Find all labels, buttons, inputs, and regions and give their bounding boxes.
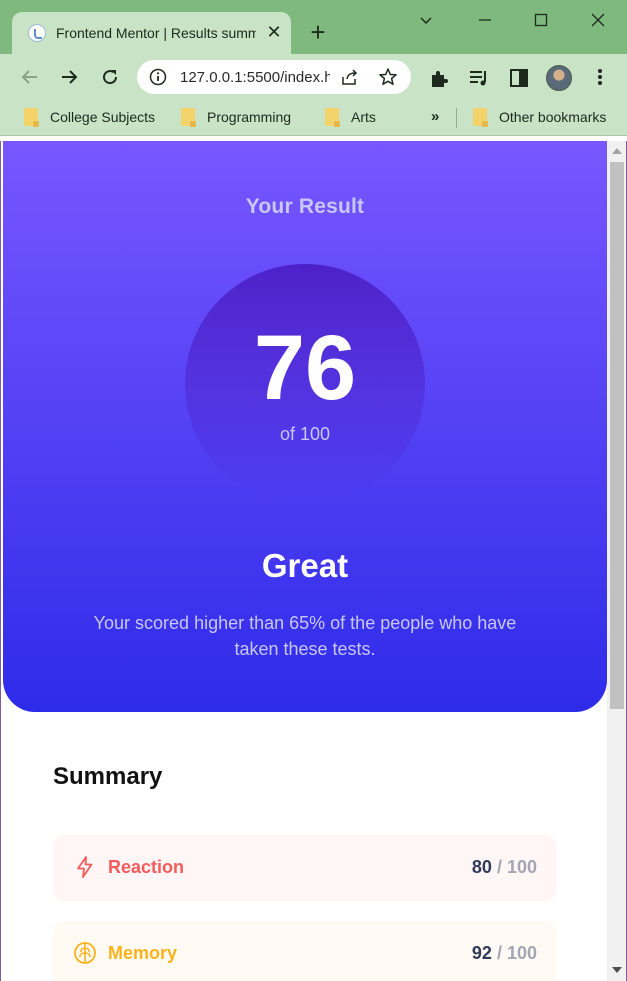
browser-toolbar: 127.0.0.1:5500/index.html: [0, 54, 627, 100]
site-info-icon[interactable]: [149, 68, 167, 86]
result-card: Your Result 76 of 100 Great Your scored …: [3, 141, 607, 712]
score-number: 80: [471, 857, 492, 877]
page-scrollbar[interactable]: [607, 141, 627, 981]
summary-row-reaction: Reaction 80 / 100: [53, 835, 557, 901]
bookmark-college-subjects[interactable]: College Subjects: [24, 108, 156, 127]
score-circle: 76 of 100: [185, 264, 425, 504]
bookmarks-divider: [456, 108, 457, 128]
summary-title: Summary: [53, 763, 163, 790]
bookmark-star-icon[interactable]: [378, 67, 398, 87]
maximize-icon[interactable]: [526, 8, 556, 32]
result-heading: Your Result: [245, 195, 365, 218]
bookmark-label: Other bookmarks: [499, 109, 607, 125]
side-panel-icon[interactable]: [508, 67, 530, 89]
bookmark-other-bookmarks[interactable]: Other bookmarks: [473, 108, 607, 127]
score-number: 92: [471, 943, 492, 963]
forward-arrow-icon[interactable]: [55, 63, 83, 91]
folder-icon: [24, 108, 39, 127]
rating-description: Your scored higher than 65% of the peopl…: [93, 613, 517, 659]
summary-row-memory: Memory 92 / 100: [53, 921, 557, 981]
window-close-icon[interactable]: [583, 8, 613, 32]
lightning-icon: [77, 856, 93, 878]
scroll-up-arrow-icon[interactable]: [612, 148, 622, 154]
browser-menu-icon[interactable]: [590, 66, 610, 88]
bookmark-label: Arts: [351, 109, 376, 125]
tab-title: Frontend Mentor | Results summary: [56, 25, 256, 41]
bookmark-arts[interactable]: Arts: [325, 108, 376, 127]
new-tab-button[interactable]: +: [306, 19, 330, 45]
reload-icon[interactable]: [96, 63, 124, 91]
folder-icon: [181, 108, 196, 127]
tab-close-icon[interactable]: ✕: [263, 21, 285, 43]
summary-row-score: 80 / 100: [472, 857, 537, 878]
url-text: 127.0.0.1:5500/index.html: [180, 69, 330, 86]
back-arrow-icon[interactable]: [16, 63, 44, 91]
brain-icon: [74, 942, 96, 964]
bookmarks-bar: College Subjects Programming Arts » Othe…: [0, 100, 627, 136]
rating-label: Great: [261, 547, 349, 584]
bookmarks-overflow-button[interactable]: »: [431, 108, 439, 125]
bookmark-label: College Subjects: [50, 109, 156, 125]
scrollbar-thumb[interactable]: [610, 162, 624, 709]
browser-tab[interactable]: Frontend Mentor | Results summary ✕: [12, 12, 291, 54]
summary-row-label: Memory: [108, 943, 178, 963]
profile-avatar[interactable]: [546, 65, 572, 91]
share-icon[interactable]: [340, 68, 360, 86]
address-bar[interactable]: 127.0.0.1:5500/index.html: [137, 60, 411, 94]
score-max: / 100: [496, 943, 537, 963]
summary-row-score: 92 / 100: [472, 943, 537, 964]
browser-titlebar: Frontend Mentor | Results summary ✕ +: [0, 0, 627, 54]
score-value: 76: [253, 317, 357, 419]
score-max: / 100: [496, 857, 537, 877]
media-queue-icon[interactable]: [468, 67, 490, 89]
folder-icon: [325, 108, 340, 127]
site-favicon-icon: [28, 24, 46, 42]
minimize-icon[interactable]: [470, 8, 500, 32]
extensions-puzzle-icon[interactable]: [428, 67, 450, 89]
scroll-down-arrow-icon[interactable]: [612, 967, 622, 973]
page-viewport: Your Result 76 of 100 Great Your scored …: [0, 141, 607, 981]
bookmark-label: Programming: [207, 109, 292, 125]
folder-icon: [473, 108, 488, 127]
summary-row-label: Reaction: [108, 857, 185, 877]
tab-search-chevron-icon[interactable]: [411, 8, 441, 32]
bookmark-programming[interactable]: Programming: [181, 108, 292, 127]
score-of-total: of 100: [279, 424, 331, 444]
